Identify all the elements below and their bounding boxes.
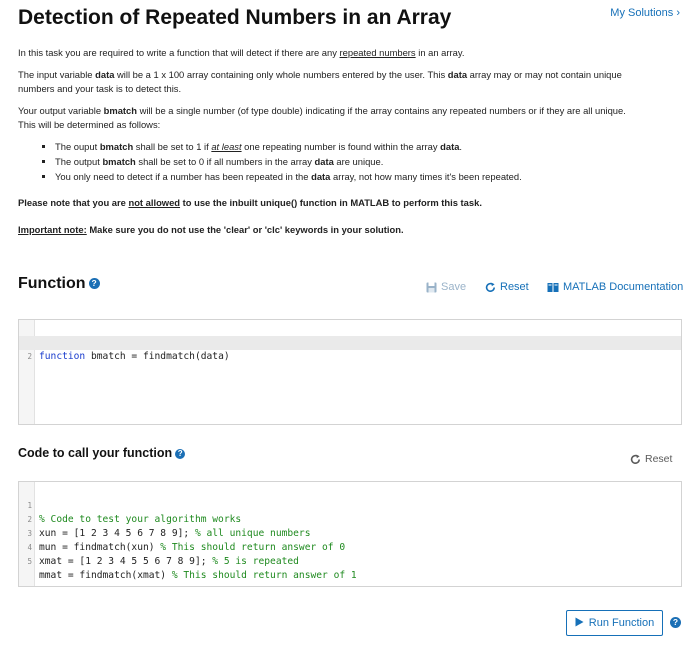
list-item: You only need to detect if a number has …	[55, 170, 638, 185]
line-number: 5	[27, 557, 32, 566]
code-line[interactable]: 1 function bmatch = findmatch(data)	[19, 322, 681, 362]
reset-label: Reset	[645, 453, 673, 465]
reset-icon	[485, 282, 496, 293]
play-icon	[575, 617, 584, 630]
code-text: mmat = findmatch(xmat)	[39, 570, 172, 581]
save-label: Save	[441, 281, 467, 293]
requirements-list: The ouput bmatch shall be set to 1 if at…	[55, 140, 638, 185]
help-icon[interactable]: ?	[88, 278, 100, 289]
code-line[interactable]: 3 mun = findmatch(xun) % This should ret…	[19, 513, 681, 553]
reset-icon	[630, 454, 641, 465]
matlab-documentation-label: MATLAB Documentation	[563, 281, 684, 293]
page-title: Detection of Repeated Numbers in an Arra…	[18, 6, 452, 29]
keyword-token: function	[39, 351, 86, 362]
reset-label: Reset	[500, 281, 529, 293]
list-item: The ouput bmatch shall be set to 1 if at…	[55, 140, 638, 155]
call-code-editor[interactable]: 1 % Code to test your algorithm works 2 …	[18, 481, 682, 587]
call-section-title: Code to call your function?	[18, 446, 186, 460]
code-line[interactable]: 4 xmat = [1 2 3 4 5 5 6 7 8 9]; % 5 is r…	[19, 527, 681, 567]
unique-note: Please note that you are not allowed to …	[18, 197, 482, 208]
code-text: bmatch = findmatch(data)	[85, 351, 230, 362]
line-number: 2	[27, 352, 32, 361]
important-note: Important note: Make sure you do not use…	[18, 223, 404, 235]
description-paragraph-2: The input variable data will be a 1 x 10…	[18, 68, 622, 95]
my-solutions-link[interactable]: My Solutions ›	[610, 7, 680, 19]
comment-token: % This should return answer of 1	[171, 570, 357, 581]
code-line[interactable]: 1 % Code to test your algorithm works	[19, 485, 681, 525]
description-paragraph-3: Your output variable bmatch will be a si…	[18, 104, 626, 131]
help-icon[interactable]: ?	[175, 449, 186, 459]
save-icon	[426, 282, 437, 293]
run-function-button[interactable]: Run Function	[566, 610, 663, 636]
problem-description: In this task you are required to write a…	[18, 46, 638, 244]
reset-call-button[interactable]: Reset	[630, 453, 672, 465]
description-paragraph-1: In this task you are required to write a…	[18, 47, 465, 58]
matlab-documentation-button[interactable]: MATLAB Documentation	[547, 281, 683, 293]
code-line[interactable]: 2 xun = [1 2 3 4 5 6 7 8 9]; % all uniqu…	[19, 499, 681, 539]
book-icon	[547, 282, 559, 293]
list-item: The output bmatch shall be set to 0 if a…	[55, 155, 638, 170]
code-line[interactable]: 5 mmat = findmatch(xmat) % This should r…	[19, 541, 681, 581]
code-text: xmat = [1 2 3 4 5 5 6 7 8 9];	[39, 556, 213, 567]
function-section-title: Function?	[18, 275, 100, 293]
code-line[interactable]: 2	[19, 336, 681, 361]
run-function-label: Run Function	[588, 617, 655, 629]
repeated-numbers-underline: repeated numbers	[339, 47, 416, 58]
function-editor[interactable]: 1 function bmatch = findmatch(data) 2	[18, 319, 682, 425]
comment-token: % 5 is repeated	[212, 556, 299, 567]
help-icon[interactable]: ?	[670, 617, 681, 628]
reset-button[interactable]: Reset	[485, 281, 529, 293]
save-button[interactable]: Save	[426, 281, 466, 293]
